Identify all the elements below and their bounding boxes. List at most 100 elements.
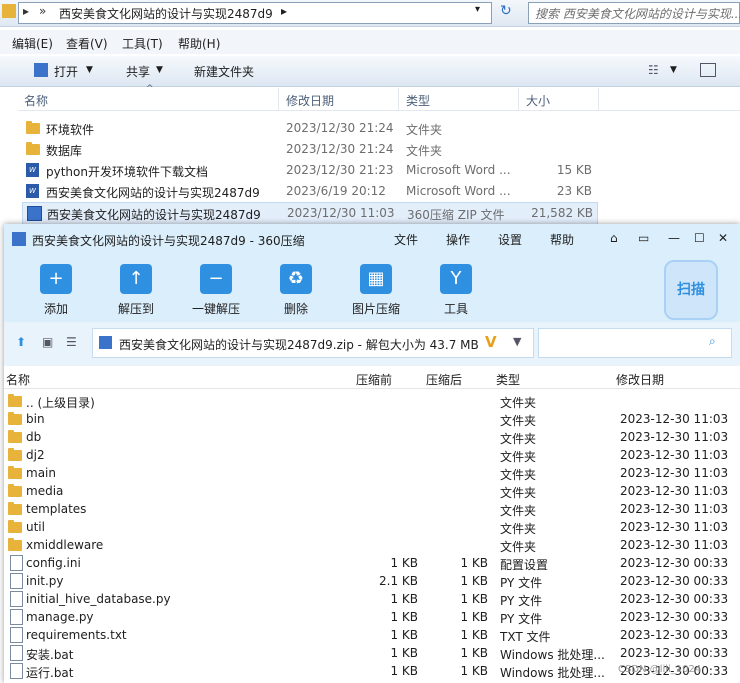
tools-button[interactable]: Y 工具 (418, 254, 494, 322)
folder-icon (8, 412, 22, 425)
file-row[interactable]: W python开发环境软件下载文档 2023/12/30 21:23 Micr… (22, 160, 596, 181)
row-date: 2023-12-30 11:03 (620, 466, 729, 480)
archive-row[interactable]: bin 文件夹 2023-12-30 11:03 (4, 410, 740, 428)
col-type[interactable]: 类型 (496, 371, 520, 388)
menu-operate[interactable]: 操作 (446, 231, 470, 248)
open-button[interactable]: 打开 (54, 63, 78, 80)
row-unpacked: 1 KB (460, 556, 488, 570)
row-name: 运行.bat (26, 666, 74, 680)
row-name: 安装.bat (26, 648, 74, 662)
archive-row[interactable]: db 文件夹 2023-12-30 11:03 (4, 428, 740, 446)
archive-row[interactable]: media 文件夹 2023-12-30 11:03 (4, 482, 740, 500)
col-date[interactable]: 修改日期 (286, 92, 334, 109)
add-button[interactable]: + 添加 (18, 254, 94, 322)
row-type: Windows 批处理... (500, 648, 605, 662)
archive-row[interactable]: config.ini 1 KB 1 KB 配置设置 2023-12-30 00:33 (4, 554, 740, 572)
row-unpacked: 1 KB (460, 664, 488, 678)
col-size[interactable]: 大小 (526, 92, 550, 109)
col-unpacked[interactable]: 压缩后 (426, 371, 462, 388)
row-name: util (26, 520, 45, 534)
folder-icon (8, 448, 22, 461)
new-folder-button[interactable]: 新建文件夹 (194, 63, 254, 80)
row-type: PY 文件 (500, 594, 543, 608)
archive-path-box[interactable]: 西安美食文化网站的设计与实现2487d9.zip - 解包大小为 43.7 MB… (92, 328, 534, 358)
file-size: 15 KB (556, 163, 592, 177)
archive-search-input[interactable]: ⌕ (538, 328, 732, 358)
row-type: 文件夹 (500, 522, 537, 536)
quick-extract-button[interactable]: − 一键解压 (178, 254, 254, 322)
file-row-selected[interactable]: 西安美食文化网站的设计与实现2487d9 2023/12/30 11:03 36… (22, 202, 598, 225)
archive-row[interactable]: 安装.bat 1 KB 1 KB Windows 批处理... 2023-12-30 0… (4, 644, 740, 662)
archive-row[interactable]: dj2 文件夹 2023-12-30 11:03 (4, 446, 740, 464)
search-icon[interactable]: ⌕ (709, 334, 716, 349)
explorer-search[interactable]: 搜索 西安美食文化网站的设计与实现... (528, 2, 740, 24)
folder-icon (8, 484, 22, 497)
menu-help[interactable]: 帮助(H) (178, 35, 220, 52)
col-type[interactable]: 类型 (406, 92, 430, 109)
refresh-icon[interactable]: ↻ (500, 3, 512, 19)
col-name[interactable]: 名称 (6, 371, 30, 388)
extract-to-button[interactable]: ↑ 解压到 (98, 254, 174, 322)
menu-help[interactable]: 帮助 (550, 231, 574, 248)
menu-edit[interactable]: 编辑(E) (12, 35, 53, 52)
col-packed[interactable]: 压缩前 (356, 371, 392, 388)
file-type: 文件夹 (406, 144, 443, 158)
image-compress-button[interactable]: ▦ 图片压缩 (338, 254, 414, 322)
skin-icon[interactable]: ⌂ (610, 231, 618, 245)
up-arrow-icon[interactable]: ⬆ (16, 335, 26, 349)
minimize-icon[interactable]: — (668, 231, 680, 245)
file-icon (10, 609, 23, 625)
folder-icon (8, 394, 22, 407)
menu-tools[interactable]: 工具(T) (122, 35, 163, 52)
archive-row[interactable]: .. (上级目录) 文件夹 (4, 392, 740, 410)
chevron-right-icon[interactable]: ▸ (281, 4, 287, 18)
view-dropdown-icon[interactable]: ▼ (670, 65, 677, 75)
folder-icon (8, 538, 22, 551)
row-date: 2023-12-30 11:03 (620, 412, 729, 426)
row-type: TXT 文件 (500, 630, 551, 644)
row-date: 2023-12-30 00:33 (620, 646, 729, 660)
file-row[interactable]: 环境软件 2023/12/30 21:24 文件夹 (22, 118, 596, 139)
menu-settings[interactable]: 设置 (498, 231, 522, 248)
archive-row[interactable]: main 文件夹 2023-12-30 11:03 (4, 464, 740, 482)
maximize-icon[interactable]: ☐ (694, 231, 705, 245)
col-date[interactable]: 修改日期 (616, 371, 664, 388)
share-button[interactable]: 共享 (126, 63, 150, 80)
navigation-pane (0, 88, 18, 228)
delete-button[interactable]: ♻ 删除 (258, 254, 334, 322)
archive-row[interactable]: templates 文件夹 2023-12-30 11:03 (4, 500, 740, 518)
archive-row[interactable]: initial_hive_database.py 1 KB 1 KB PY 文件 202… (4, 590, 740, 608)
col-name[interactable]: 名称 (24, 92, 48, 109)
archive-row[interactable]: init.py 2.1 KB 1 KB PY 文件 2023-12-30 00:33 (4, 572, 740, 590)
file-row[interactable]: 数据库 2023/12/30 21:24 文件夹 (22, 139, 596, 160)
share-dropdown-icon[interactable]: ▼ (156, 65, 163, 75)
list-view-icon[interactable]: ☰ (66, 335, 77, 349)
zip-icon (27, 206, 42, 221)
path-dropdown-icon[interactable]: ▼ (513, 335, 521, 348)
view-options-icon[interactable]: ☷ (648, 63, 659, 77)
file-row[interactable]: W 西安美食文化网站的设计与实现2487d9 2023/6/19 20:12 M… (22, 181, 596, 202)
menu-file[interactable]: 文件 (394, 231, 418, 248)
menu-view[interactable]: 查看(V) (66, 35, 108, 52)
archive-row[interactable]: xmiddleware 文件夹 2023-12-30 11:03 (4, 536, 740, 554)
file-date: 2023/12/30 21:23 (286, 163, 394, 177)
archive-row[interactable]: manage.py 1 KB 1 KB PY 文件 2023-12-30 00:33 (4, 608, 740, 626)
address-box[interactable]: ▸ » 西安美食文化网站的设计与实现2487d9 ▸ ▾ (18, 2, 492, 24)
row-date: 2023-12-30 11:03 (620, 502, 729, 516)
quick-extract-icon: − (200, 264, 232, 294)
close-icon[interactable]: ✕ (718, 231, 728, 245)
row-type: 文件夹 (500, 504, 537, 518)
open-dropdown-icon[interactable]: ▼ (86, 65, 93, 75)
dropdown-icon[interactable]: ▾ (475, 4, 480, 15)
archive-row[interactable]: requirements.txt 1 KB 1 KB TXT 文件 2023-12-30… (4, 626, 740, 644)
row-date: 2023-12-30 00:33 (620, 628, 729, 642)
scan-button[interactable]: 扫描 (664, 260, 718, 320)
archive-row[interactable]: util 文件夹 2023-12-30 11:03 (4, 518, 740, 536)
feedback-icon[interactable]: ▭ (638, 231, 649, 245)
archive-window: 西安美食文化网站的设计与实现2487d9 - 360压缩 文件 操作 设置 帮助… (4, 224, 740, 683)
folder-icon (26, 121, 40, 134)
zip-icon (99, 336, 112, 349)
folder-icon (8, 502, 22, 515)
thumbnail-view-icon[interactable]: ▣ (42, 335, 53, 349)
preview-pane-icon[interactable] (700, 63, 716, 77)
